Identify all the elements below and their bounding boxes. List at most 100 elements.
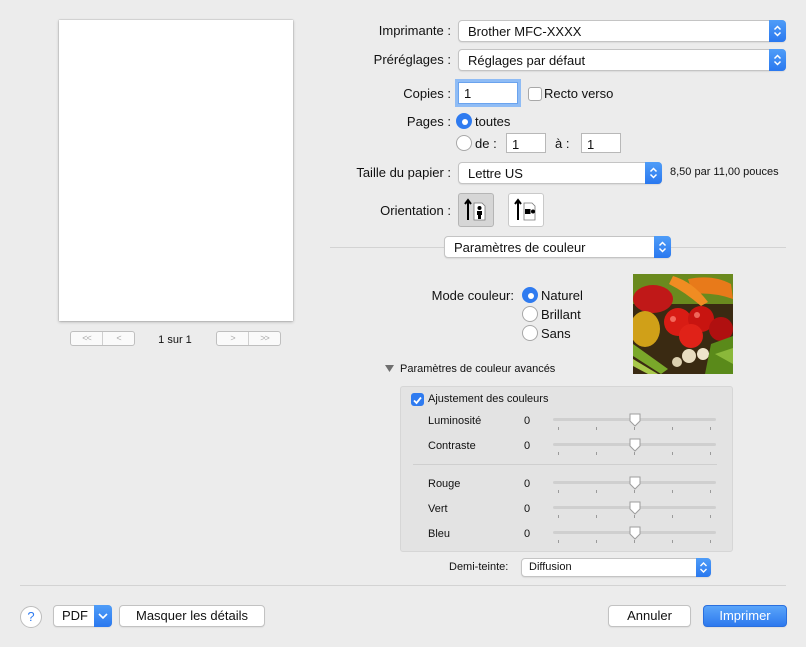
pages-range-radio[interactable] xyxy=(456,135,472,151)
slider-tick xyxy=(634,452,635,455)
paper-size-dimensions: 8,50 par 11,00 pouces xyxy=(670,166,779,178)
duplex-checkbox[interactable] xyxy=(528,87,542,101)
pages-all-radio[interactable] xyxy=(456,113,472,129)
paper-size-popup[interactable]: Lettre US xyxy=(458,162,662,184)
slider-label: Contraste xyxy=(428,440,476,452)
color-mode-none-radio[interactable] xyxy=(522,325,538,341)
footer-divider xyxy=(20,585,786,586)
color-mode-none-label: Sans xyxy=(541,326,571,341)
slider-tick xyxy=(558,515,559,518)
vegetables-sample-image xyxy=(633,274,733,374)
slider-tick xyxy=(596,427,597,430)
slider-tick xyxy=(672,490,673,493)
slider-tick xyxy=(596,515,597,518)
preview-nav-forward: > >> xyxy=(216,331,281,346)
copies-label: Copies : xyxy=(403,86,451,101)
pdf-menu-button[interactable]: PDF xyxy=(53,605,112,627)
slider-label: Bleu xyxy=(428,528,451,540)
chevron-down-icon xyxy=(94,605,112,627)
halftone-value: Diffusion xyxy=(529,561,572,573)
popup-arrows-icon xyxy=(654,236,671,258)
pages-from-input[interactable]: 1 xyxy=(506,133,546,153)
slider-value: 0 xyxy=(524,440,531,452)
color-mode-label: Mode couleur: xyxy=(431,288,514,303)
slider-tick xyxy=(710,427,711,430)
first-page-button[interactable]: << xyxy=(71,332,102,345)
color-mode-vivid-radio[interactable] xyxy=(522,306,538,322)
orientation-label: Orientation : xyxy=(380,203,451,218)
halftone-popup[interactable]: Diffusion xyxy=(521,558,711,577)
settings-panel-value: Paramètres de couleur xyxy=(454,240,586,255)
color-mode-natural-radio[interactable] xyxy=(522,287,538,303)
help-button[interactable]: ? xyxy=(20,606,42,628)
printer-label: Imprimante : xyxy=(378,23,451,38)
preview-nav-back: << < xyxy=(70,331,135,346)
slider-tick xyxy=(634,490,635,493)
slider-knob[interactable] xyxy=(629,526,641,540)
slider-knob[interactable] xyxy=(629,413,641,427)
landscape-person-icon xyxy=(514,198,536,221)
slider-tick xyxy=(596,452,597,455)
pages-from-label: de : xyxy=(475,136,497,151)
slider-tick xyxy=(710,490,711,493)
slider-value: 0 xyxy=(524,478,531,490)
pdf-label: PDF xyxy=(62,608,88,623)
slider-tick xyxy=(596,490,597,493)
printer-popup[interactable]: Brother MFC-XXXX xyxy=(458,20,786,42)
presets-value: Réglages par défaut xyxy=(468,53,586,68)
color-adjust-checkbox[interactable] xyxy=(411,393,424,406)
pages-to-input[interactable]: 1 xyxy=(581,133,621,153)
slider-label: Luminosité xyxy=(428,415,482,427)
color-adjust-label: Ajustement des couleurs xyxy=(428,393,549,405)
slider-tick xyxy=(710,540,711,543)
slider-tick xyxy=(710,452,711,455)
slider-tick xyxy=(634,427,635,430)
slider-tick xyxy=(558,490,559,493)
halftone-label: Demi-teinte: xyxy=(449,561,509,573)
presets-popup[interactable]: Réglages par défaut xyxy=(458,49,786,71)
slider-label: Vert xyxy=(428,503,448,515)
slider-value: 0 xyxy=(524,528,531,540)
orientation-portrait-button[interactable] xyxy=(458,193,494,227)
slider-value: 0 xyxy=(524,415,531,427)
pages-all-label: toutes xyxy=(475,114,511,129)
orientation-landscape-button[interactable] xyxy=(508,193,544,227)
cancel-button[interactable]: Annuler xyxy=(608,605,691,627)
duplex-label: Recto verso xyxy=(544,86,614,101)
slider-tick xyxy=(558,427,559,430)
slider-knob[interactable] xyxy=(629,476,641,490)
slider-divider xyxy=(413,464,717,465)
slider-tick xyxy=(634,540,635,543)
pages-label: Pages : xyxy=(406,114,451,129)
hide-details-button[interactable]: Masquer les détails xyxy=(119,605,265,627)
slider-tick xyxy=(672,515,673,518)
printer-value: Brother MFC-XXXX xyxy=(468,24,582,39)
last-page-button[interactable]: >> xyxy=(248,332,280,345)
pages-to-label-text: à : xyxy=(555,136,570,151)
copies-input[interactable]: 1 xyxy=(458,82,518,104)
page-preview xyxy=(59,20,293,321)
print-button[interactable]: Imprimer xyxy=(703,605,787,627)
next-page-button[interactable]: > xyxy=(217,332,248,345)
settings-panel-popup[interactable]: Paramètres de couleur xyxy=(444,236,671,258)
popup-arrows-icon xyxy=(645,162,662,184)
slider-tick xyxy=(634,515,635,518)
disclosure-triangle-icon[interactable] xyxy=(385,365,394,373)
slider-tick xyxy=(672,452,673,455)
checkmark-icon xyxy=(413,396,422,405)
slider-knob[interactable] xyxy=(629,438,641,452)
color-mode-natural-label: Naturel xyxy=(541,288,583,303)
previous-page-button[interactable]: < xyxy=(102,332,134,345)
slider-knob[interactable] xyxy=(629,501,641,515)
slider-tick xyxy=(596,540,597,543)
popup-arrows-icon xyxy=(769,49,786,71)
popup-arrows-icon xyxy=(769,20,786,42)
slider-value: 0 xyxy=(524,503,531,515)
presets-label: Préréglages : xyxy=(373,52,451,67)
paper-size-value: Lettre US xyxy=(468,166,523,181)
slider-label: Rouge xyxy=(428,478,461,490)
slider-tick xyxy=(558,452,559,455)
advanced-color-settings-label[interactable]: Paramètres de couleur avancés xyxy=(400,363,555,375)
slider-tick xyxy=(672,540,673,543)
popup-arrows-icon xyxy=(696,558,711,577)
